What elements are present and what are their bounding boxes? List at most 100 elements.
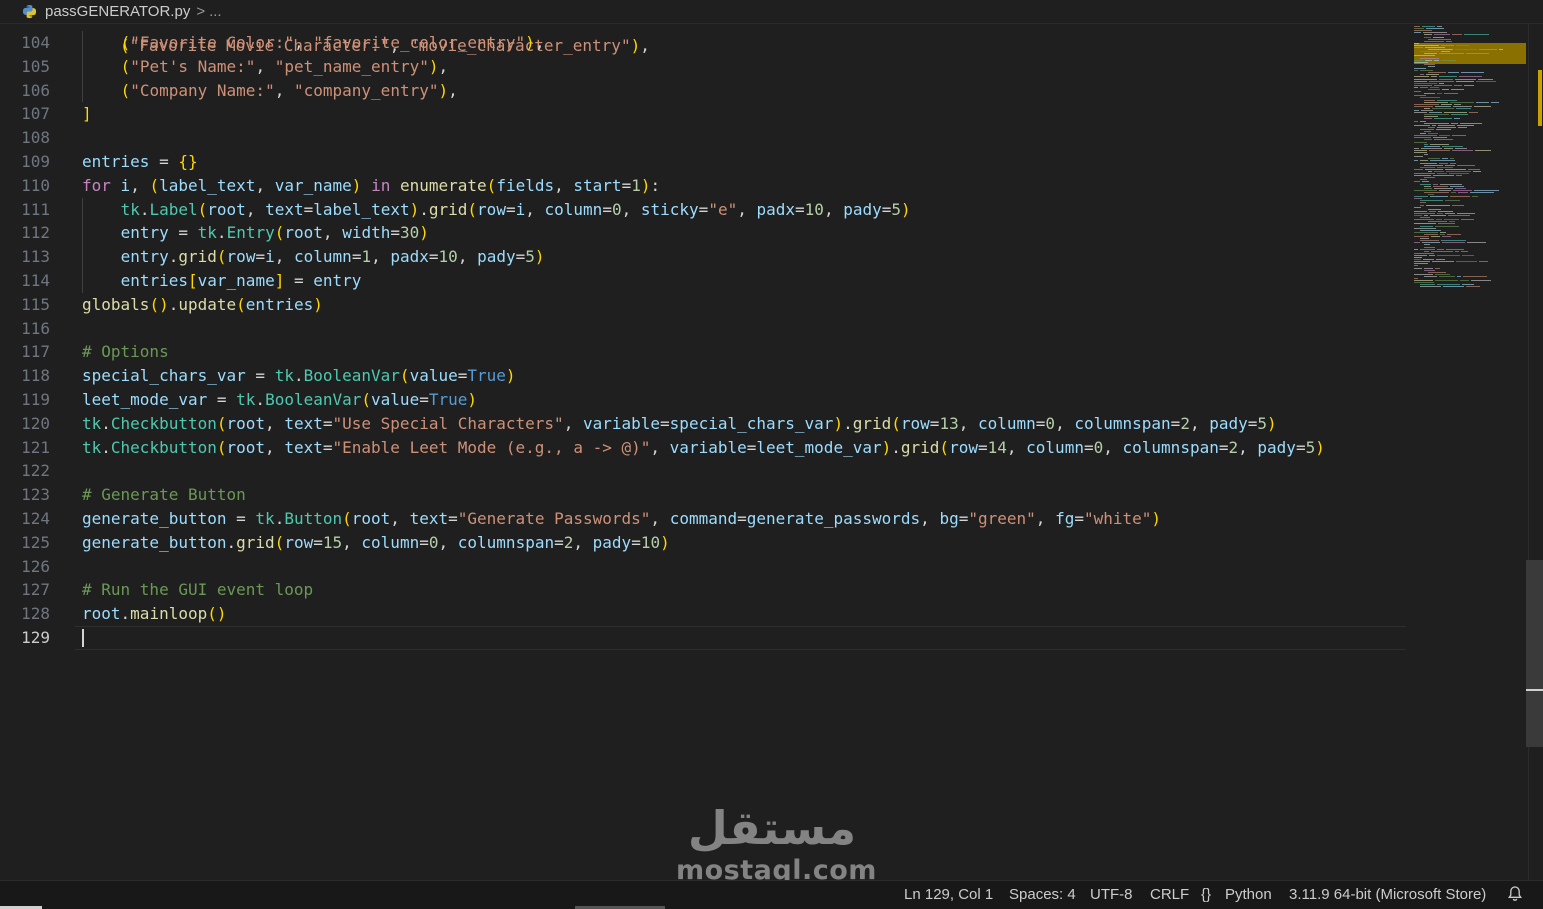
watermark-logo: مستقل mostaql.com xyxy=(676,800,876,890)
minimap-line xyxy=(1428,194,1434,195)
minimap-line xyxy=(1461,72,1484,74)
line-number: 112 xyxy=(21,223,50,243)
minimap-line xyxy=(1455,78,1476,80)
minimap-line xyxy=(1458,126,1467,128)
line-number: 119 xyxy=(21,389,50,409)
minimap-line xyxy=(1428,271,1446,273)
minimap[interactable] xyxy=(1412,24,1528,294)
minimap-line xyxy=(1442,236,1451,237)
minimap-line xyxy=(1433,183,1438,185)
minimap-line xyxy=(1432,107,1454,109)
minimap-line xyxy=(1414,254,1427,256)
line-number: 125 xyxy=(21,532,50,552)
status-encoding[interactable]: UTF-8 xyxy=(1090,884,1133,906)
minimap-line xyxy=(1430,215,1446,216)
minimap-line xyxy=(1446,170,1471,172)
line-number: 109 xyxy=(21,151,50,171)
minimap-line xyxy=(1435,280,1458,282)
minimap-line xyxy=(1434,59,1439,61)
minimap-line xyxy=(1414,70,1418,72)
vertical-scrollbar-track[interactable] xyxy=(1528,24,1543,880)
current-line-highlight xyxy=(75,625,1406,650)
minimap-line xyxy=(1414,84,1432,86)
minimap-line xyxy=(1414,152,1427,153)
line-number: 114 xyxy=(21,270,50,290)
minimap-line xyxy=(1414,160,1418,162)
minimap-line xyxy=(1439,53,1464,55)
minimap-line xyxy=(1424,177,1435,179)
minimap-line xyxy=(1414,156,1423,158)
minimap-line xyxy=(1452,34,1462,36)
minimap-line xyxy=(1460,122,1482,124)
language-braces-icon[interactable]: {} xyxy=(1201,884,1211,906)
minimap-line xyxy=(1433,36,1444,38)
minimap-line xyxy=(1420,70,1433,72)
minimap-line xyxy=(1437,126,1456,128)
breadcrumb: passGENERATOR.py > ... xyxy=(0,0,1543,24)
line-number: 128 xyxy=(21,604,50,624)
minimap-line xyxy=(1437,284,1460,286)
minimap-line xyxy=(1499,49,1503,51)
status-language[interactable]: Python xyxy=(1225,884,1272,906)
minimap-line xyxy=(1435,225,1459,227)
minimap-line xyxy=(1414,141,1427,143)
minimap-line xyxy=(1421,147,1442,149)
minimap-line xyxy=(1460,280,1469,282)
status-eol[interactable]: CRLF xyxy=(1150,884,1189,906)
code-text: leet_mode_var = tk.BooleanVar(value=True… xyxy=(82,389,478,409)
breadcrumb-more[interactable]: ... xyxy=(209,3,222,20)
status-indentation[interactable]: Spaces: 4 xyxy=(1009,884,1076,906)
minimap-line xyxy=(1414,30,1432,32)
status-interpreter[interactable]: 3.11.9 64-bit (Microsoft Store) xyxy=(1289,884,1486,906)
code-text: # Run the GUI event loop xyxy=(82,580,314,600)
minimap-line xyxy=(1438,124,1455,126)
minimap-line xyxy=(1428,208,1441,210)
minimap-line xyxy=(1428,49,1453,51)
minimap-line xyxy=(1436,128,1451,130)
code-text: tk.Label(root, text=label_text).grid(row… xyxy=(120,199,911,219)
minimap-line xyxy=(1424,139,1432,141)
minimap-line xyxy=(1437,99,1457,101)
minimap-line xyxy=(1424,250,1429,252)
line-number: 121 xyxy=(21,437,50,457)
minimap-line xyxy=(1414,261,1430,263)
breadcrumb-file-name[interactable]: passGENERATOR.py xyxy=(45,3,190,20)
minimap-line xyxy=(1424,114,1449,116)
minimap-line xyxy=(1424,187,1432,189)
cursor-position-marker xyxy=(1526,689,1543,691)
code-text: entries[var_name] = entry xyxy=(120,270,362,290)
code-editor[interactable]: ("Favorite Movie Character:", "movie_cha… xyxy=(0,24,1410,880)
minimap-line xyxy=(1428,133,1438,135)
minimap-line xyxy=(1414,32,1421,34)
minimap-line xyxy=(1440,231,1446,233)
minimap-line xyxy=(1414,259,1421,261)
status-cursor-position[interactable]: Ln 129, Col 1 xyxy=(904,884,993,906)
minimap-line xyxy=(1414,210,1427,212)
minimap-line xyxy=(1414,267,1422,269)
minimap-line xyxy=(1414,55,1435,57)
minimap-line xyxy=(1470,191,1494,193)
minimap-line xyxy=(1424,34,1432,36)
minimap-line xyxy=(1445,200,1460,202)
bell-icon[interactable] xyxy=(1507,885,1523,903)
minimap-line xyxy=(1424,107,1430,109)
minimap-line xyxy=(1434,139,1453,141)
minimap-line xyxy=(1414,257,1422,258)
minimap-line xyxy=(1414,278,1418,279)
minimap-line xyxy=(1431,236,1440,237)
minimap-line xyxy=(1445,164,1455,166)
minimap-line xyxy=(1440,233,1445,235)
minimap-line xyxy=(1414,95,1426,97)
line-number: 105 xyxy=(21,56,50,76)
minimap-line xyxy=(1420,204,1424,206)
minimap-line xyxy=(1414,124,1430,126)
minimap-line xyxy=(1457,275,1461,277)
minimap-line xyxy=(1457,164,1475,166)
vertical-scrollbar-thumb[interactable] xyxy=(1526,560,1543,747)
minimap-line xyxy=(1462,254,1474,256)
minimap-line xyxy=(1420,217,1430,219)
minimap-line xyxy=(1424,40,1444,42)
minimap-line xyxy=(1414,112,1427,114)
minimap-line xyxy=(1414,78,1437,80)
minimap-line xyxy=(1469,112,1478,114)
